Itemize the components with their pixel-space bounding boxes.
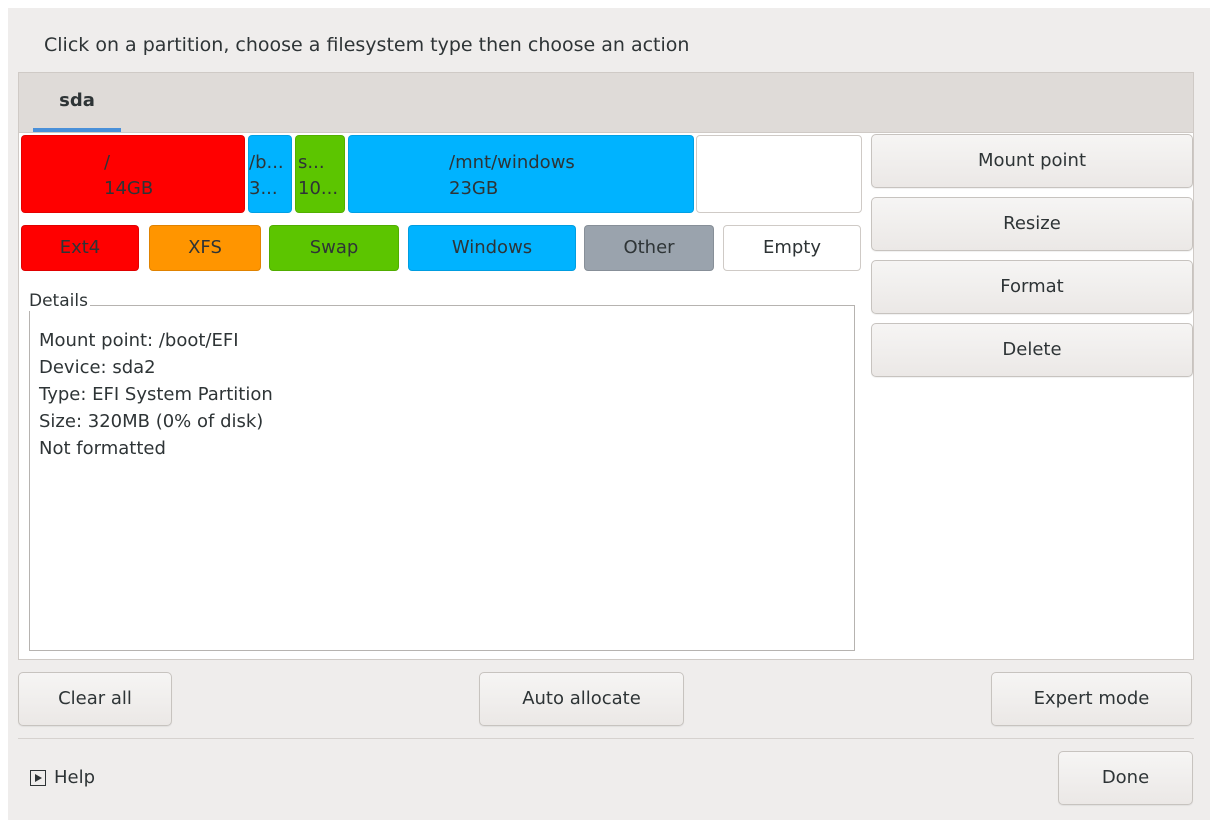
footer-separator [18,738,1194,739]
partition-windows[interactable]: /mnt/windows 23GB [348,135,694,213]
partition-empty[interactable] [696,135,862,213]
format-button[interactable]: Format [871,260,1193,314]
partition-root-size: 14GB [104,178,154,199]
expand-arrow-icon [30,770,46,786]
fs-type-ext4-label: Ext4 [59,237,101,258]
disk-panel: / 14GB /b... 3... s... 10... /mnt/window… [18,132,1194,660]
details-heading: Details [27,291,90,311]
delete-button[interactable]: Delete [871,323,1193,377]
fs-type-swap-label: Swap [309,237,359,258]
instruction-text: Click on a partition, choose a filesyste… [44,34,690,56]
partition-windows-mount: /mnt/windows [449,152,575,173]
fs-type-windows-button[interactable]: Windows [408,225,576,271]
tab-label: sda [59,90,95,111]
resize-button[interactable]: Resize [871,197,1193,251]
fs-type-windows-label: Windows [451,237,533,258]
partition-swap-mount: s... [298,152,325,173]
partition-root[interactable]: / 14GB [21,135,245,213]
fs-type-xfs-label: XFS [188,237,222,258]
fs-type-empty-label: Empty [762,237,822,258]
details-device: Device: sda2 [39,357,156,378]
partition-boot-efi-size: 3... [249,178,278,199]
fs-type-empty-button[interactable]: Empty [723,225,861,271]
disk-tab-bar: sda [18,72,1194,132]
details-size: Size: 320MB (0% of disk) [39,411,264,432]
help-label: Help [54,767,96,788]
fs-type-other-label: Other [623,237,675,258]
expert-mode-button[interactable]: Expert mode [991,672,1192,726]
details-mount-point: Mount point: /boot/EFI [39,330,239,351]
partition-swap[interactable]: s... 10... [295,135,345,213]
partition-swap-size: 10... [298,178,339,199]
partition-boot-efi-mount: /b... [249,152,284,173]
partition-root-mount: / [104,152,111,173]
details-type: Type: EFI System Partition [39,384,273,405]
partition-windows-size: 23GB [449,178,499,199]
details-text: Mount point: /boot/EFI Device: sda2 Type… [39,327,273,462]
help-expander[interactable]: Help [30,766,95,790]
fs-type-xfs-button[interactable]: XFS [149,225,261,271]
clear-all-button[interactable]: Clear all [18,672,172,726]
fs-type-other-button[interactable]: Other [584,225,714,271]
partition-boot-efi[interactable]: /b... 3... [248,135,292,213]
fs-type-swap-button[interactable]: Swap [269,225,399,271]
auto-allocate-button[interactable]: Auto allocate [479,672,684,726]
details-format-status: Not formatted [39,438,166,459]
mount-point-button[interactable]: Mount point [871,134,1193,188]
done-button[interactable]: Done [1058,751,1193,805]
tab-sda[interactable]: sda [33,73,121,133]
fs-type-ext4-button[interactable]: Ext4 [21,225,139,271]
